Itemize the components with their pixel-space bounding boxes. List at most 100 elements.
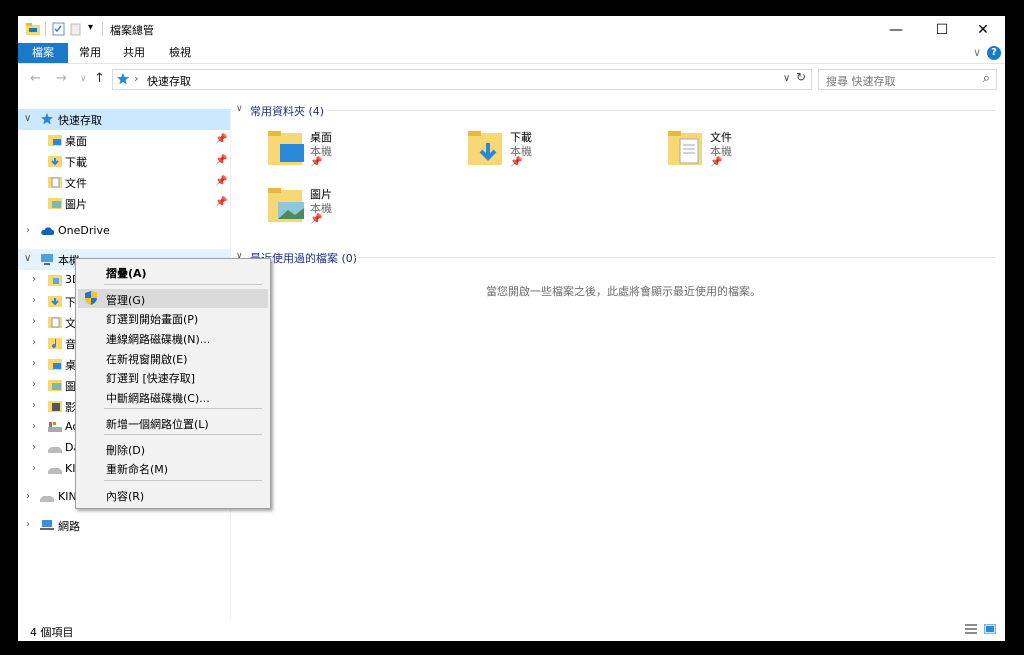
chevron-right-icon[interactable]: › bbox=[32, 295, 36, 306]
menu-item-map-network-drive[interactable]: 連線網路磁碟機(N)... bbox=[78, 328, 268, 347]
window-title: 檔案總管 bbox=[110, 24, 154, 37]
folder-tile-pictures[interactable]: 圖片 本機 📌 bbox=[268, 186, 458, 230]
breadcrumb-separator-icon[interactable]: › bbox=[134, 72, 138, 85]
os-drive-icon bbox=[48, 422, 62, 432]
address-dropdown-icon[interactable]: ∨ bbox=[783, 73, 790, 84]
back-arrow-icon[interactable]: ← bbox=[30, 71, 41, 86]
chevron-down-icon[interactable]: ∨ bbox=[24, 253, 31, 264]
chevron-right-icon[interactable]: › bbox=[32, 274, 36, 285]
properties-icon[interactable] bbox=[52, 22, 65, 36]
chevron-right-icon[interactable]: › bbox=[26, 519, 30, 530]
nav-quick-access[interactable]: ∨ 快速存取 bbox=[18, 109, 230, 130]
chevron-right-icon[interactable]: › bbox=[32, 421, 36, 432]
pin-icon: 📌 bbox=[510, 157, 523, 168]
chevron-right-icon[interactable]: › bbox=[32, 358, 36, 369]
recent-locations-chevron-icon[interactable]: ∨ bbox=[80, 74, 87, 84]
tab-home[interactable]: 常用 bbox=[70, 43, 110, 63]
network-icon bbox=[40, 520, 54, 530]
pictures-folder-icon bbox=[48, 198, 62, 209]
onedrive-cloud-icon bbox=[41, 227, 54, 235]
folder-tile-desktop[interactable]: 桌面 本機 📌 bbox=[268, 129, 458, 173]
folder-tile-downloads[interactable]: 下載 本機 📌 bbox=[468, 129, 658, 173]
chevron-right-icon[interactable]: › bbox=[32, 316, 36, 327]
nav-pictures[interactable]: 圖片 📌 bbox=[18, 193, 230, 214]
nav-network[interactable]: › 網路 bbox=[18, 515, 230, 536]
minimize-button[interactable]: — bbox=[873, 16, 919, 43]
close-button[interactable]: ✕ bbox=[960, 16, 1005, 43]
tab-share[interactable]: 共用 bbox=[114, 43, 154, 63]
group-divider bbox=[354, 257, 996, 258]
search-icon[interactable]: ⌕ bbox=[983, 71, 990, 86]
nav-documents[interactable]: 文件 📌 bbox=[18, 172, 230, 193]
search-placeholder: 搜尋 快速存取 bbox=[826, 75, 896, 88]
large-icons-view-icon[interactable] bbox=[984, 624, 996, 634]
pictures-folder-icon bbox=[268, 188, 304, 222]
group-chevron-icon[interactable]: ∨ bbox=[236, 104, 243, 114]
tab-file[interactable]: 檔案 bbox=[18, 43, 68, 63]
menu-item-properties[interactable]: 內容(R) bbox=[78, 485, 268, 504]
chevron-right-icon[interactable]: › bbox=[32, 337, 36, 348]
menu-item-label: 管理(G) bbox=[106, 294, 146, 307]
chevron-right-icon[interactable]: › bbox=[26, 491, 30, 502]
status-item-count: 4 個項目 bbox=[30, 626, 74, 639]
documents-folder-icon bbox=[48, 317, 62, 328]
documents-folder-icon bbox=[48, 177, 62, 188]
help-icon[interactable]: ? bbox=[987, 46, 1001, 60]
menu-item-pin-to-quick-access[interactable]: 釘選到 [快速存取] bbox=[78, 367, 268, 386]
search-box[interactable]: 搜尋 快速存取 ⌕ bbox=[818, 69, 997, 90]
menu-item-label: 重新命名(M) bbox=[106, 463, 169, 476]
tab-view[interactable]: 檢視 bbox=[160, 43, 200, 63]
refresh-icon[interactable]: ↻ bbox=[796, 70, 806, 84]
menu-item-open-new-window[interactable]: 在新視窗開啟(E) bbox=[78, 348, 268, 367]
pin-icon[interactable]: 📌 bbox=[215, 134, 227, 145]
menu-item-rename[interactable]: 重新命名(M) bbox=[78, 458, 268, 477]
forward-arrow-icon[interactable]: → bbox=[56, 71, 67, 86]
chevron-right-icon[interactable]: › bbox=[32, 400, 36, 411]
pin-icon[interactable]: 📌 bbox=[215, 197, 227, 208]
address-bar[interactable]: › 快速存取 ∨ bbox=[112, 69, 812, 90]
documents-folder-icon bbox=[668, 131, 702, 165]
pictures-folder-icon bbox=[48, 380, 62, 391]
quick-access-star-icon bbox=[41, 113, 53, 125]
details-view-icon[interactable] bbox=[965, 624, 977, 634]
frequent-folders-header[interactable]: 常用資料夾 (4) bbox=[250, 103, 324, 119]
chevron-right-icon[interactable]: › bbox=[32, 379, 36, 390]
menu-item-label: 新增一個網路位置(L) bbox=[106, 418, 209, 431]
usb-drive-icon bbox=[48, 468, 62, 474]
folder-tile-documents[interactable]: 文件 本機 📌 bbox=[668, 129, 858, 173]
nav-onedrive[interactable]: › OneDrive bbox=[18, 221, 230, 242]
menu-item-collapse[interactable]: 摺疊(A) bbox=[78, 262, 268, 281]
maximize-button[interactable]: ☐ bbox=[919, 16, 965, 43]
pin-icon[interactable]: 📌 bbox=[215, 155, 227, 166]
chevron-right-icon[interactable]: › bbox=[26, 225, 30, 236]
chevron-right-icon[interactable]: › bbox=[32, 463, 36, 474]
menu-separator bbox=[104, 408, 262, 409]
pin-icon[interactable]: 📌 bbox=[215, 176, 227, 187]
menu-item-pin-to-start[interactable]: 釘選到開始畫面(P) bbox=[78, 308, 268, 327]
up-arrow-icon[interactable]: ↑ bbox=[94, 71, 105, 86]
nav-desktop[interactable]: 桌面 📌 bbox=[18, 130, 230, 151]
nav-label: 下載 bbox=[65, 156, 87, 169]
menu-item-add-network-location[interactable]: 新增一個網路位置(L) bbox=[78, 413, 268, 432]
pin-icon: 📌 bbox=[310, 214, 323, 225]
chevron-right-icon[interactable]: › bbox=[32, 442, 36, 453]
expand-ribbon-icon[interactable]: ∨ bbox=[973, 46, 981, 59]
desktop-folder-icon bbox=[48, 359, 62, 370]
breadcrumb-quick-access[interactable]: 快速存取 bbox=[147, 73, 191, 89]
nav-label: 網路 bbox=[58, 520, 80, 533]
downloads-folder-icon bbox=[48, 296, 62, 307]
menu-item-label: 釘選到開始畫面(P) bbox=[106, 313, 199, 326]
nav-label: 圖片 bbox=[65, 198, 87, 211]
menu-item-label: 在新視窗開啟(E) bbox=[106, 353, 188, 366]
new-folder-icon[interactable] bbox=[70, 22, 82, 36]
title-bar: ▾ 檔案總管 — ☐ ✕ bbox=[18, 16, 1005, 43]
menu-item-disconnect-network-drive[interactable]: 中斷網路磁碟機(C)... bbox=[78, 387, 268, 406]
nav-downloads[interactable]: 下載 📌 bbox=[18, 151, 230, 172]
menu-item-label: 刪除(D) bbox=[106, 444, 146, 457]
ribbon-tabs: 檔案 常用 共用 檢視 ∨ ? bbox=[18, 43, 1005, 63]
chevron-down-icon[interactable]: ∨ bbox=[24, 113, 31, 124]
menu-item-delete[interactable]: 刪除(D) bbox=[78, 439, 268, 458]
quick-access-toolbar-dropdown[interactable]: ▾ bbox=[88, 22, 93, 36]
menu-item-manage[interactable]: 管理(G) bbox=[78, 289, 268, 308]
quick-access-star-icon bbox=[117, 73, 129, 85]
